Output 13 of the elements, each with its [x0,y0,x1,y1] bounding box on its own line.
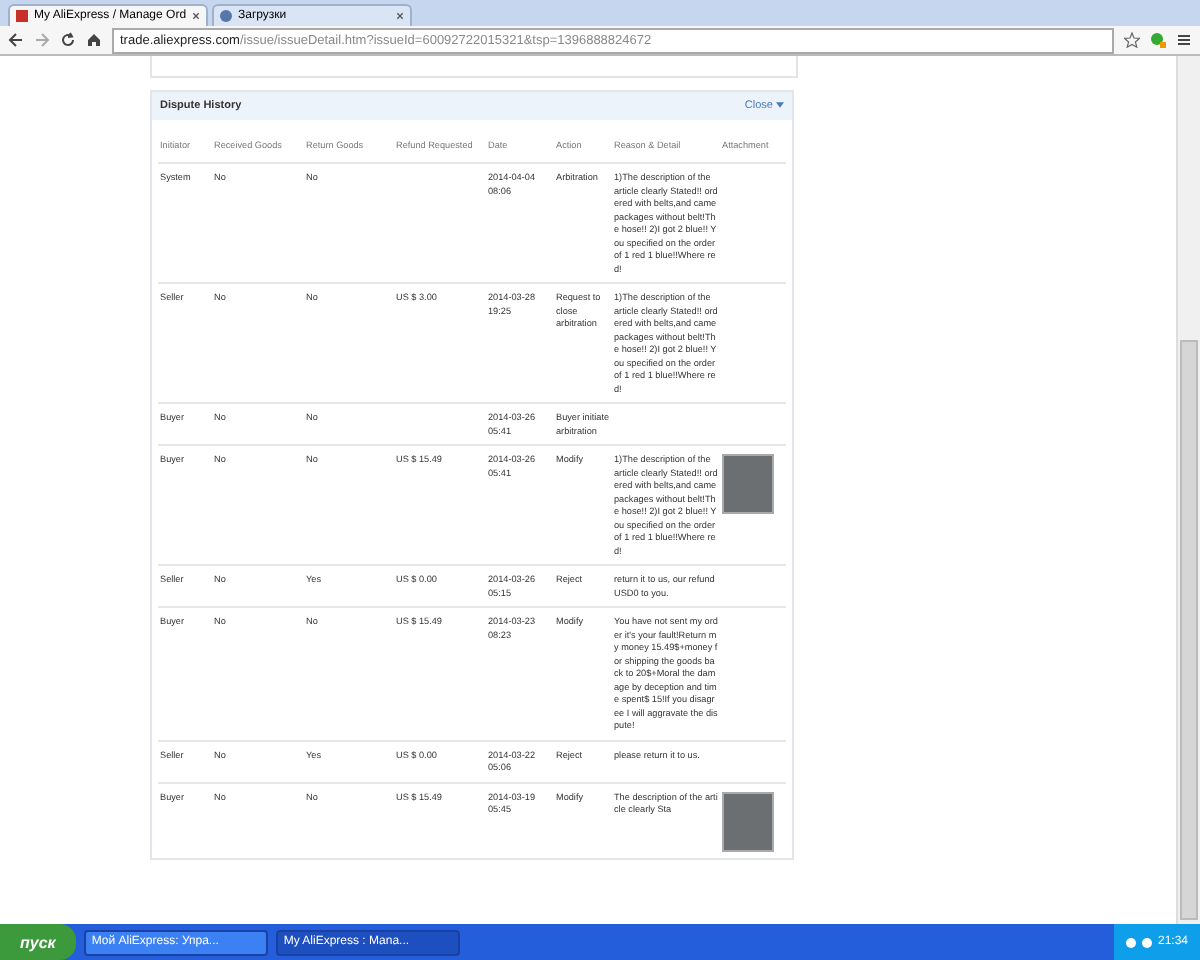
start-button[interactable]: пуск [0,924,76,960]
home-icon[interactable] [86,32,102,48]
scrollbar[interactable] [1176,56,1200,924]
download-icon [220,10,232,22]
site-icon [16,10,28,22]
caret-icon [776,102,784,108]
back-icon[interactable] [8,32,24,48]
star-icon[interactable] [1124,32,1140,48]
close-icon[interactable] [396,12,404,20]
close-icon[interactable] [192,12,201,20]
reload-icon[interactable] [60,32,76,48]
menu-icon[interactable] [1176,32,1192,48]
extension-icon[interactable] [1150,32,1166,48]
